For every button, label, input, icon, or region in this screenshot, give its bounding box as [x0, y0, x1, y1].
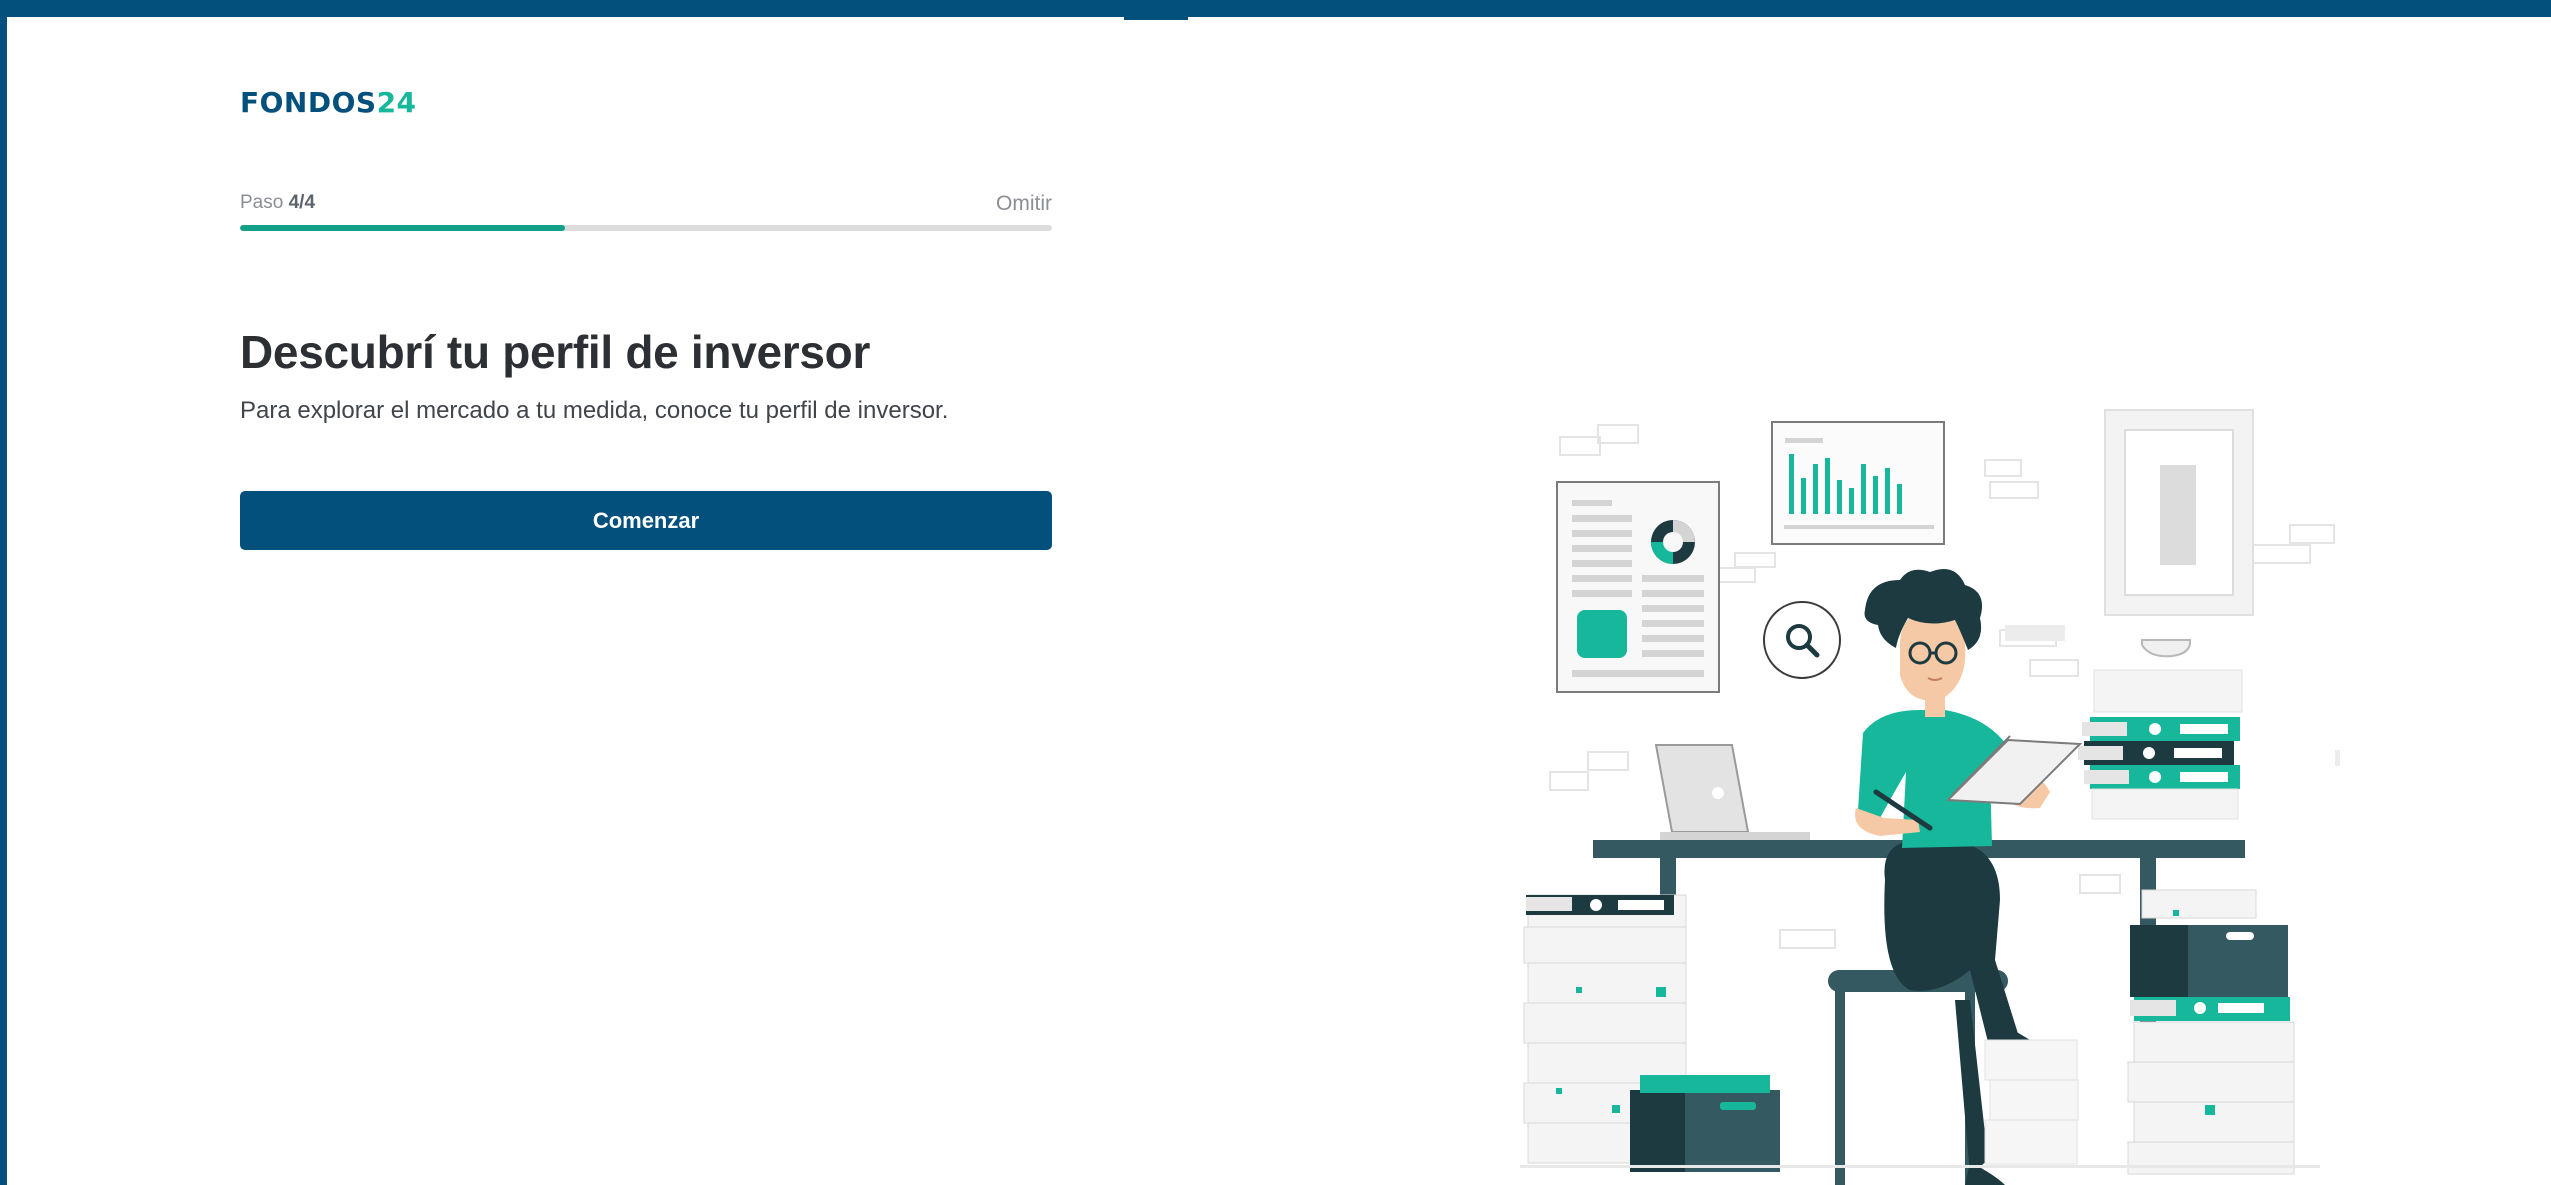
page-title: Descubrí tu perfil de inversor: [240, 326, 871, 378]
search-bubble: [1763, 601, 1841, 679]
bar-chart-poster: [1771, 421, 1945, 545]
skip-link[interactable]: Omitir: [960, 191, 1052, 217]
picture-frame: [2104, 409, 2254, 616]
progress-bar: [240, 225, 1052, 231]
cabinet-right: [2127, 889, 2295, 1175]
laptop: [1654, 744, 1810, 840]
investor-at-desk-illustration: [1520, 409, 2340, 1185]
window-edge: [0, 0, 7, 1185]
page-subtitle: Para explorar el mercado a tu medida, co…: [240, 397, 949, 424]
binder-stack-right: [2078, 639, 2243, 820]
top-bar: [0, 0, 2551, 17]
logo-text: FONDOS: [240, 86, 377, 119]
progress-bar-fill: [240, 225, 565, 231]
background-paper-stack: [1984, 1039, 2079, 1165]
logo-number: 24: [376, 86, 417, 119]
start-button[interactable]: Comenzar: [240, 491, 1052, 550]
fondos24-logo[interactable]: FONDOS24: [240, 86, 417, 120]
shelf-block: [2005, 625, 2065, 641]
report-document: [1556, 481, 1720, 693]
step-indicator: Paso 4/4: [240, 191, 315, 215]
file-box: [1630, 1075, 1780, 1172]
onboarding-page: FONDOS24 Paso 4/4 Omitir Descubrí tu per…: [0, 0, 2551, 1185]
top-bar-indicator: [1124, 17, 1188, 20]
step-value: 4/4: [288, 192, 316, 213]
floor-line: [1520, 1165, 2320, 1168]
step-prefix: Paso: [240, 192, 284, 213]
shelf-block: [2335, 750, 2340, 766]
